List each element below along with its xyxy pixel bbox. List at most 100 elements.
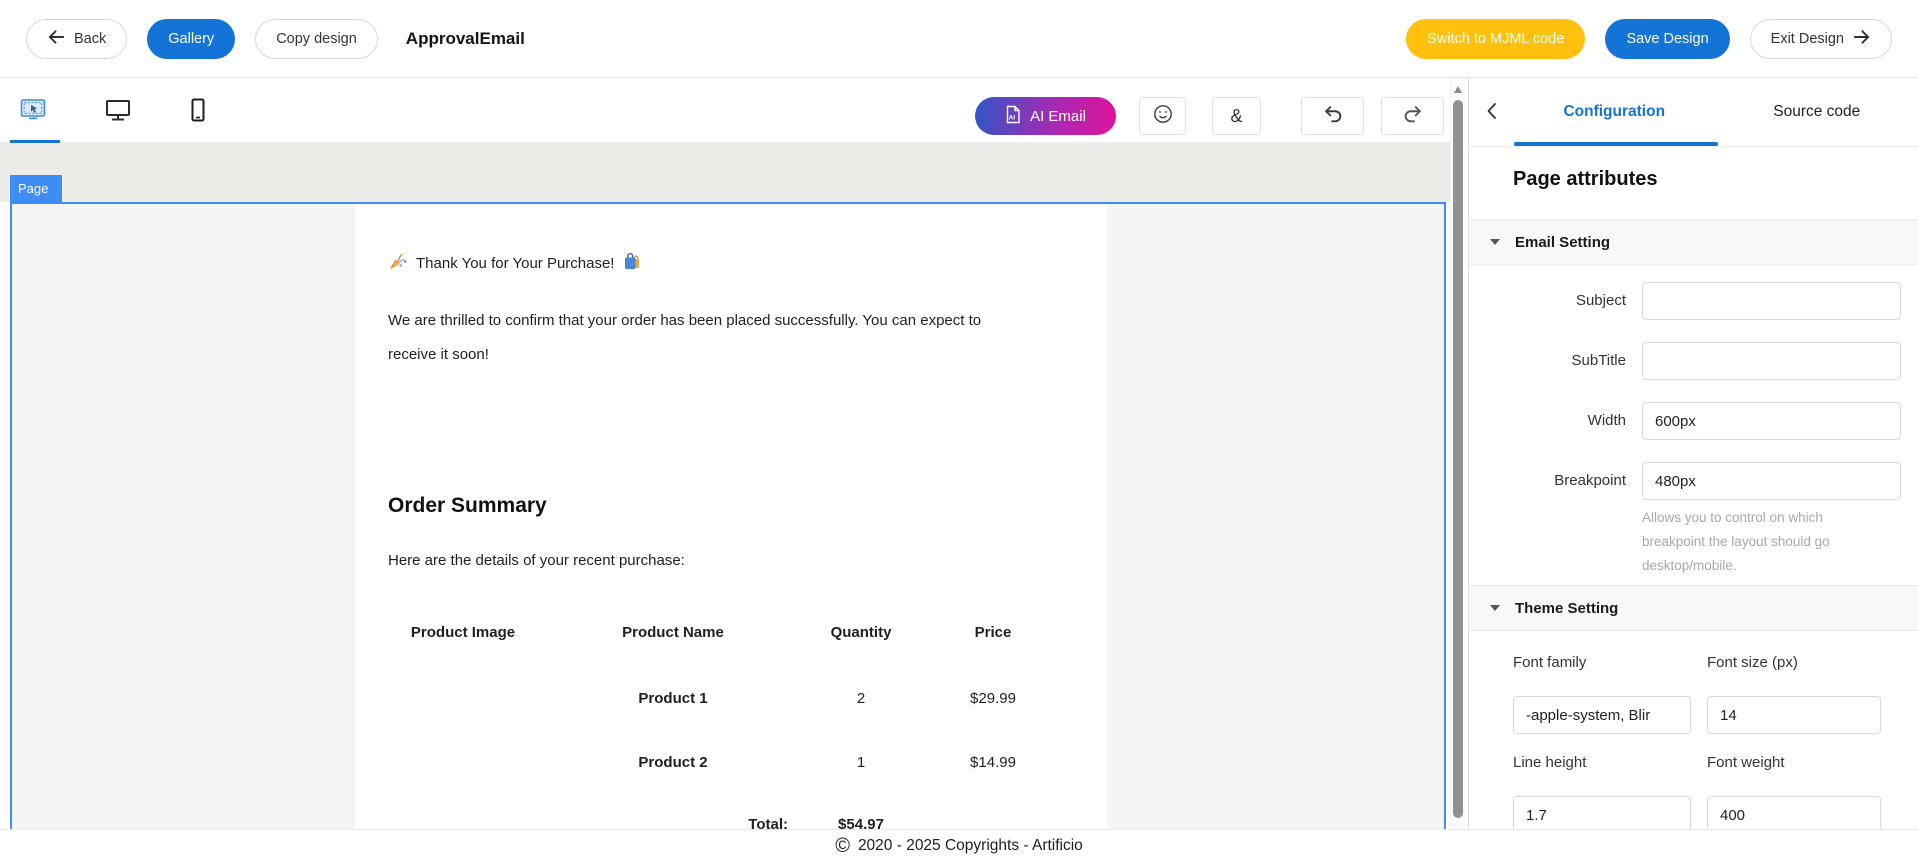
breakpoint-input[interactable] bbox=[1642, 462, 1901, 500]
shopping-bag-emoji bbox=[623, 252, 641, 275]
save-design-label: Save Design bbox=[1626, 31, 1708, 47]
exit-design-label: Exit Design bbox=[1771, 31, 1844, 47]
panel-tab-bar: Configuration Source code bbox=[1469, 78, 1918, 147]
font-size-label: Font size (px) bbox=[1707, 654, 1798, 671]
gallery-button[interactable]: Gallery bbox=[147, 19, 235, 59]
ampersand-icon: & bbox=[1230, 106, 1242, 127]
subject-label: Subject bbox=[1469, 282, 1626, 320]
desktop-preview-tab[interactable] bbox=[102, 95, 134, 127]
row-quantity-cell: 2 bbox=[808, 690, 914, 707]
table-row: Product 1 2 $29.99 bbox=[388, 690, 1072, 707]
email-designer-app: Back Gallery Copy design ApprovalEmail S… bbox=[0, 0, 1918, 861]
header-quantity: Quantity bbox=[808, 624, 914, 641]
row-name-cell: Product 1 bbox=[538, 690, 808, 707]
header-product-image: Product Image bbox=[388, 624, 538, 641]
theme-setting-section-header[interactable]: Theme Setting bbox=[1469, 585, 1918, 631]
chevron-left-icon bbox=[1486, 102, 1497, 123]
collapse-panel-button[interactable] bbox=[1469, 102, 1513, 123]
row-image-cell bbox=[388, 754, 538, 771]
undo-button[interactable] bbox=[1301, 97, 1364, 135]
merge-tag-button[interactable]: & bbox=[1212, 97, 1261, 135]
undo-icon bbox=[1322, 103, 1344, 130]
breakpoint-help-text: Allows you to control on which breakpoin… bbox=[1642, 506, 1887, 578]
exit-design-button[interactable]: Exit Design bbox=[1750, 19, 1892, 59]
svg-text:AI: AI bbox=[1009, 114, 1016, 121]
subtitle-label: SubTitle bbox=[1469, 342, 1626, 380]
ai-email-button[interactable]: AI AI Email bbox=[975, 97, 1116, 135]
emoji-button[interactable] bbox=[1139, 97, 1186, 135]
scrollbar-thumb[interactable] bbox=[1453, 100, 1463, 818]
order-details-line[interactable]: Here are the details of your recent purc… bbox=[388, 552, 685, 569]
redo-button[interactable] bbox=[1381, 97, 1444, 135]
scrollbar-up-arrow[interactable] bbox=[1454, 86, 1462, 93]
subject-input[interactable] bbox=[1642, 282, 1901, 320]
total-label: Total: bbox=[538, 816, 808, 829]
copy-design-button[interactable]: Copy design bbox=[255, 19, 378, 59]
header-price: Price bbox=[914, 624, 1072, 641]
font-weight-label: Font weight bbox=[1707, 754, 1785, 771]
back-button[interactable]: Back bbox=[26, 19, 127, 59]
email-intro-paragraph[interactable]: We are thrilled to confirm that your ord… bbox=[388, 304, 988, 372]
theme-setting-title: Theme Setting bbox=[1515, 600, 1618, 617]
font-family-input[interactable] bbox=[1513, 696, 1691, 734]
line-height-label: Line height bbox=[1513, 754, 1586, 771]
copy-design-label: Copy design bbox=[276, 31, 357, 47]
mobile-preview-tab[interactable] bbox=[182, 95, 214, 127]
row-price-cell: $14.99 bbox=[914, 754, 1072, 771]
email-preview-body[interactable]: Thank You for Your Purchase! We are thri… bbox=[355, 204, 1107, 829]
gallery-label: Gallery bbox=[168, 31, 214, 47]
total-empty-cell bbox=[388, 816, 538, 829]
desktop-preview-icon bbox=[105, 98, 131, 125]
email-greeting-title: Thank You for Your Purchase! bbox=[416, 255, 614, 272]
emoji-icon bbox=[1152, 103, 1174, 130]
tab-source-code[interactable]: Source code bbox=[1716, 103, 1918, 121]
breakpoint-label: Breakpoint bbox=[1469, 462, 1626, 500]
page-attributes-heading: Page attributes bbox=[1513, 168, 1657, 191]
total-empty-cell bbox=[914, 816, 1072, 829]
back-arrow-icon bbox=[47, 28, 66, 50]
save-design-button[interactable]: Save Design bbox=[1605, 19, 1729, 59]
canvas-margin-strip bbox=[0, 143, 1450, 202]
design-title: ApprovalEmail bbox=[406, 29, 525, 49]
ai-email-label: AI Email bbox=[1030, 108, 1086, 125]
subtitle-input[interactable] bbox=[1642, 342, 1901, 380]
width-input[interactable] bbox=[1642, 402, 1901, 440]
switch-to-mjml-label: Switch to MJML code bbox=[1427, 31, 1564, 47]
line-height-input[interactable] bbox=[1513, 796, 1691, 829]
copyright-text: 2020 - 2025 Copyrights - Artificio bbox=[858, 837, 1083, 855]
top-toolbar: Back Gallery Copy design ApprovalEmail S… bbox=[0, 0, 1918, 78]
row-name-cell: Product 2 bbox=[538, 754, 808, 771]
font-size-input[interactable] bbox=[1707, 696, 1881, 734]
font-weight-input[interactable] bbox=[1707, 796, 1881, 829]
width-label: Width bbox=[1469, 402, 1626, 440]
page-canvas[interactable]: Thank You for Your Purchase! We are thri… bbox=[10, 202, 1446, 829]
editor-view-icon bbox=[20, 98, 46, 125]
page-block-tab[interactable]: Page bbox=[10, 175, 62, 202]
editor-view-tab[interactable] bbox=[17, 95, 49, 127]
table-total-row: Total: $54.97 bbox=[388, 816, 1072, 829]
exit-arrow-icon bbox=[1852, 28, 1871, 50]
active-tab-underline bbox=[1514, 142, 1718, 146]
party-popper-emoji bbox=[388, 252, 407, 275]
copyright-footer: © 2020 - 2025 Copyrights - Artificio bbox=[0, 829, 1918, 861]
tab-configuration[interactable]: Configuration bbox=[1513, 103, 1716, 121]
editor-toolbar: AI AI Email & bbox=[0, 78, 1450, 143]
total-value: $54.97 bbox=[808, 816, 914, 829]
email-greeting-row[interactable]: Thank You for Your Purchase! bbox=[388, 252, 641, 275]
row-quantity-cell: 1 bbox=[808, 754, 914, 771]
order-table-header-row: Product Image Product Name Quantity Pric… bbox=[388, 624, 1072, 641]
row-price-cell: $29.99 bbox=[914, 690, 1072, 707]
ai-document-icon: AI bbox=[1005, 105, 1021, 128]
canvas-viewport: Page Thank You for Your Purchase! We are… bbox=[0, 143, 1450, 829]
order-summary-heading[interactable]: Order Summary bbox=[388, 494, 547, 518]
copyright-icon: © bbox=[835, 836, 850, 856]
configuration-panel: Configuration Source code Page attribute… bbox=[1468, 78, 1918, 829]
redo-icon bbox=[1402, 103, 1424, 130]
switch-to-mjml-button[interactable]: Switch to MJML code bbox=[1406, 19, 1585, 59]
email-setting-section-header[interactable]: Email Setting bbox=[1469, 219, 1918, 265]
canvas-scrollbar[interactable] bbox=[1450, 78, 1465, 829]
email-setting-title: Email Setting bbox=[1515, 234, 1610, 251]
editor-workspace: AI AI Email & bbox=[0, 78, 1468, 829]
mobile-preview-icon bbox=[186, 98, 210, 125]
table-row: Product 2 1 $14.99 bbox=[388, 754, 1072, 771]
